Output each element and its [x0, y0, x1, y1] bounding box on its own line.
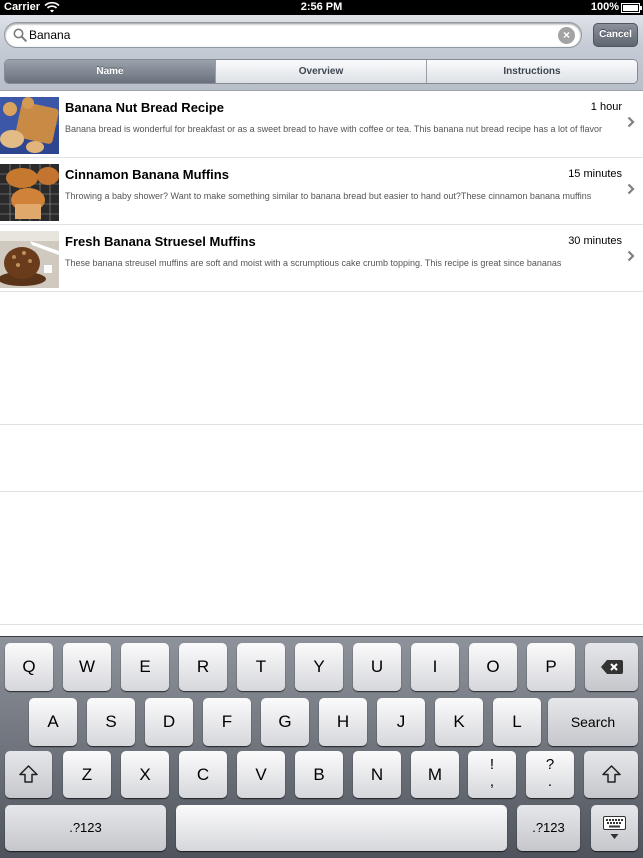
recipe-thumbnail: [0, 164, 59, 221]
shift-icon: [602, 765, 621, 783]
key-a[interactable]: A: [29, 698, 77, 746]
chevron-right-icon: [627, 183, 635, 195]
search-input[interactable]: [29, 26, 549, 44]
backspace-key[interactable]: [585, 643, 638, 691]
key-i[interactable]: I: [411, 643, 459, 691]
backspace-icon: [601, 660, 623, 674]
segment-name[interactable]: Name: [5, 60, 215, 83]
recipe-thumbnail: [0, 97, 59, 154]
numbers-key-right[interactable]: .?123: [517, 805, 580, 851]
recipe-row[interactable]: Banana Nut Bread Recipe 1 hour Banana br…: [0, 91, 643, 158]
chevron-right-icon: [627, 116, 635, 128]
search-scope-control: Name Overview Instructions: [4, 59, 638, 84]
empty-row: [0, 292, 643, 359]
key-top-char: !: [489, 756, 495, 773]
search-bar: × Cancel Name Overview Instructions: [0, 15, 643, 91]
recipe-thumbnail: [0, 231, 59, 288]
results-list: Banana Nut Bread Recipe 1 hour Banana br…: [0, 91, 643, 636]
recipe-row[interactable]: Fresh Banana Struesel Muffins 30 minutes…: [0, 225, 643, 292]
recipe-title: Fresh Banana Struesel Muffins: [65, 234, 256, 249]
exclamation-comma-key[interactable]: ! ,: [468, 751, 516, 798]
recipe-time: 1 hour: [590, 101, 622, 113]
recipe-row[interactable]: Cinnamon Banana Muffins 15 minutes Throw…: [0, 158, 643, 225]
clear-search-icon[interactable]: ×: [558, 27, 575, 44]
key-n[interactable]: N: [353, 751, 401, 798]
key-d[interactable]: D: [145, 698, 193, 746]
recipe-time: 15 minutes: [568, 168, 622, 180]
recipe-description: Banana bread is wonderful for breakfast …: [65, 124, 602, 134]
empty-row: [0, 425, 643, 492]
status-bar: Carrier 2:56 PM 100%: [0, 0, 643, 15]
key-w[interactable]: W: [63, 643, 111, 691]
empty-row: [0, 492, 643, 559]
key-y[interactable]: Y: [295, 643, 343, 691]
numbers-key-left[interactable]: .?123: [5, 805, 166, 851]
empty-row: [0, 358, 643, 425]
key-z[interactable]: Z: [63, 751, 111, 798]
keyboard: Search ! , ? . .?123 .?123 Q W E R T Y U…: [0, 636, 643, 858]
key-x[interactable]: X: [121, 751, 169, 798]
segment-overview[interactable]: Overview: [215, 60, 426, 83]
battery-icon: [621, 3, 642, 13]
key-o[interactable]: O: [469, 643, 517, 691]
shift-icon: [19, 765, 38, 783]
key-r[interactable]: R: [179, 643, 227, 691]
search-key[interactable]: Search: [548, 698, 638, 746]
key-p[interactable]: P: [527, 643, 575, 691]
battery-percentage: 100%: [590, 1, 619, 13]
key-k[interactable]: K: [435, 698, 483, 746]
key-b[interactable]: B: [295, 751, 343, 798]
key-c[interactable]: C: [179, 751, 227, 798]
recipe-description: These banana streusel muffins are soft a…: [65, 258, 562, 268]
recipe-description: Throwing a baby shower? Want to make som…: [65, 191, 592, 201]
recipe-title: Cinnamon Banana Muffins: [65, 167, 229, 182]
key-bottom-char: .: [547, 773, 553, 790]
shift-key-right[interactable]: [584, 751, 638, 798]
question-period-key[interactable]: ? .: [526, 751, 574, 798]
key-j[interactable]: J: [377, 698, 425, 746]
space-key[interactable]: [176, 805, 507, 851]
key-f[interactable]: F: [203, 698, 251, 746]
recipe-time: 30 minutes: [568, 235, 622, 247]
recipe-title: Banana Nut Bread Recipe: [65, 100, 224, 115]
key-v[interactable]: V: [237, 751, 285, 798]
key-q[interactable]: Q: [5, 643, 53, 691]
key-l[interactable]: L: [493, 698, 541, 746]
key-top-char: ?: [545, 756, 555, 773]
cancel-button[interactable]: Cancel: [593, 23, 638, 47]
key-m[interactable]: M: [411, 751, 459, 798]
key-bottom-char: ,: [489, 773, 495, 790]
search-icon: [13, 28, 27, 42]
hide-keyboard-key[interactable]: [591, 805, 638, 851]
key-e[interactable]: E: [121, 643, 169, 691]
key-h[interactable]: H: [319, 698, 367, 746]
key-s[interactable]: S: [87, 698, 135, 746]
search-field[interactable]: ×: [4, 22, 582, 48]
key-u[interactable]: U: [353, 643, 401, 691]
segment-instructions[interactable]: Instructions: [426, 60, 637, 83]
key-t[interactable]: T: [237, 643, 285, 691]
chevron-right-icon: [627, 250, 635, 262]
shift-key-left[interactable]: [5, 751, 52, 798]
clock: 2:56 PM: [300, 1, 343, 13]
empty-row: [0, 558, 643, 625]
hide-keyboard-icon: [603, 816, 626, 839]
key-g[interactable]: G: [261, 698, 309, 746]
